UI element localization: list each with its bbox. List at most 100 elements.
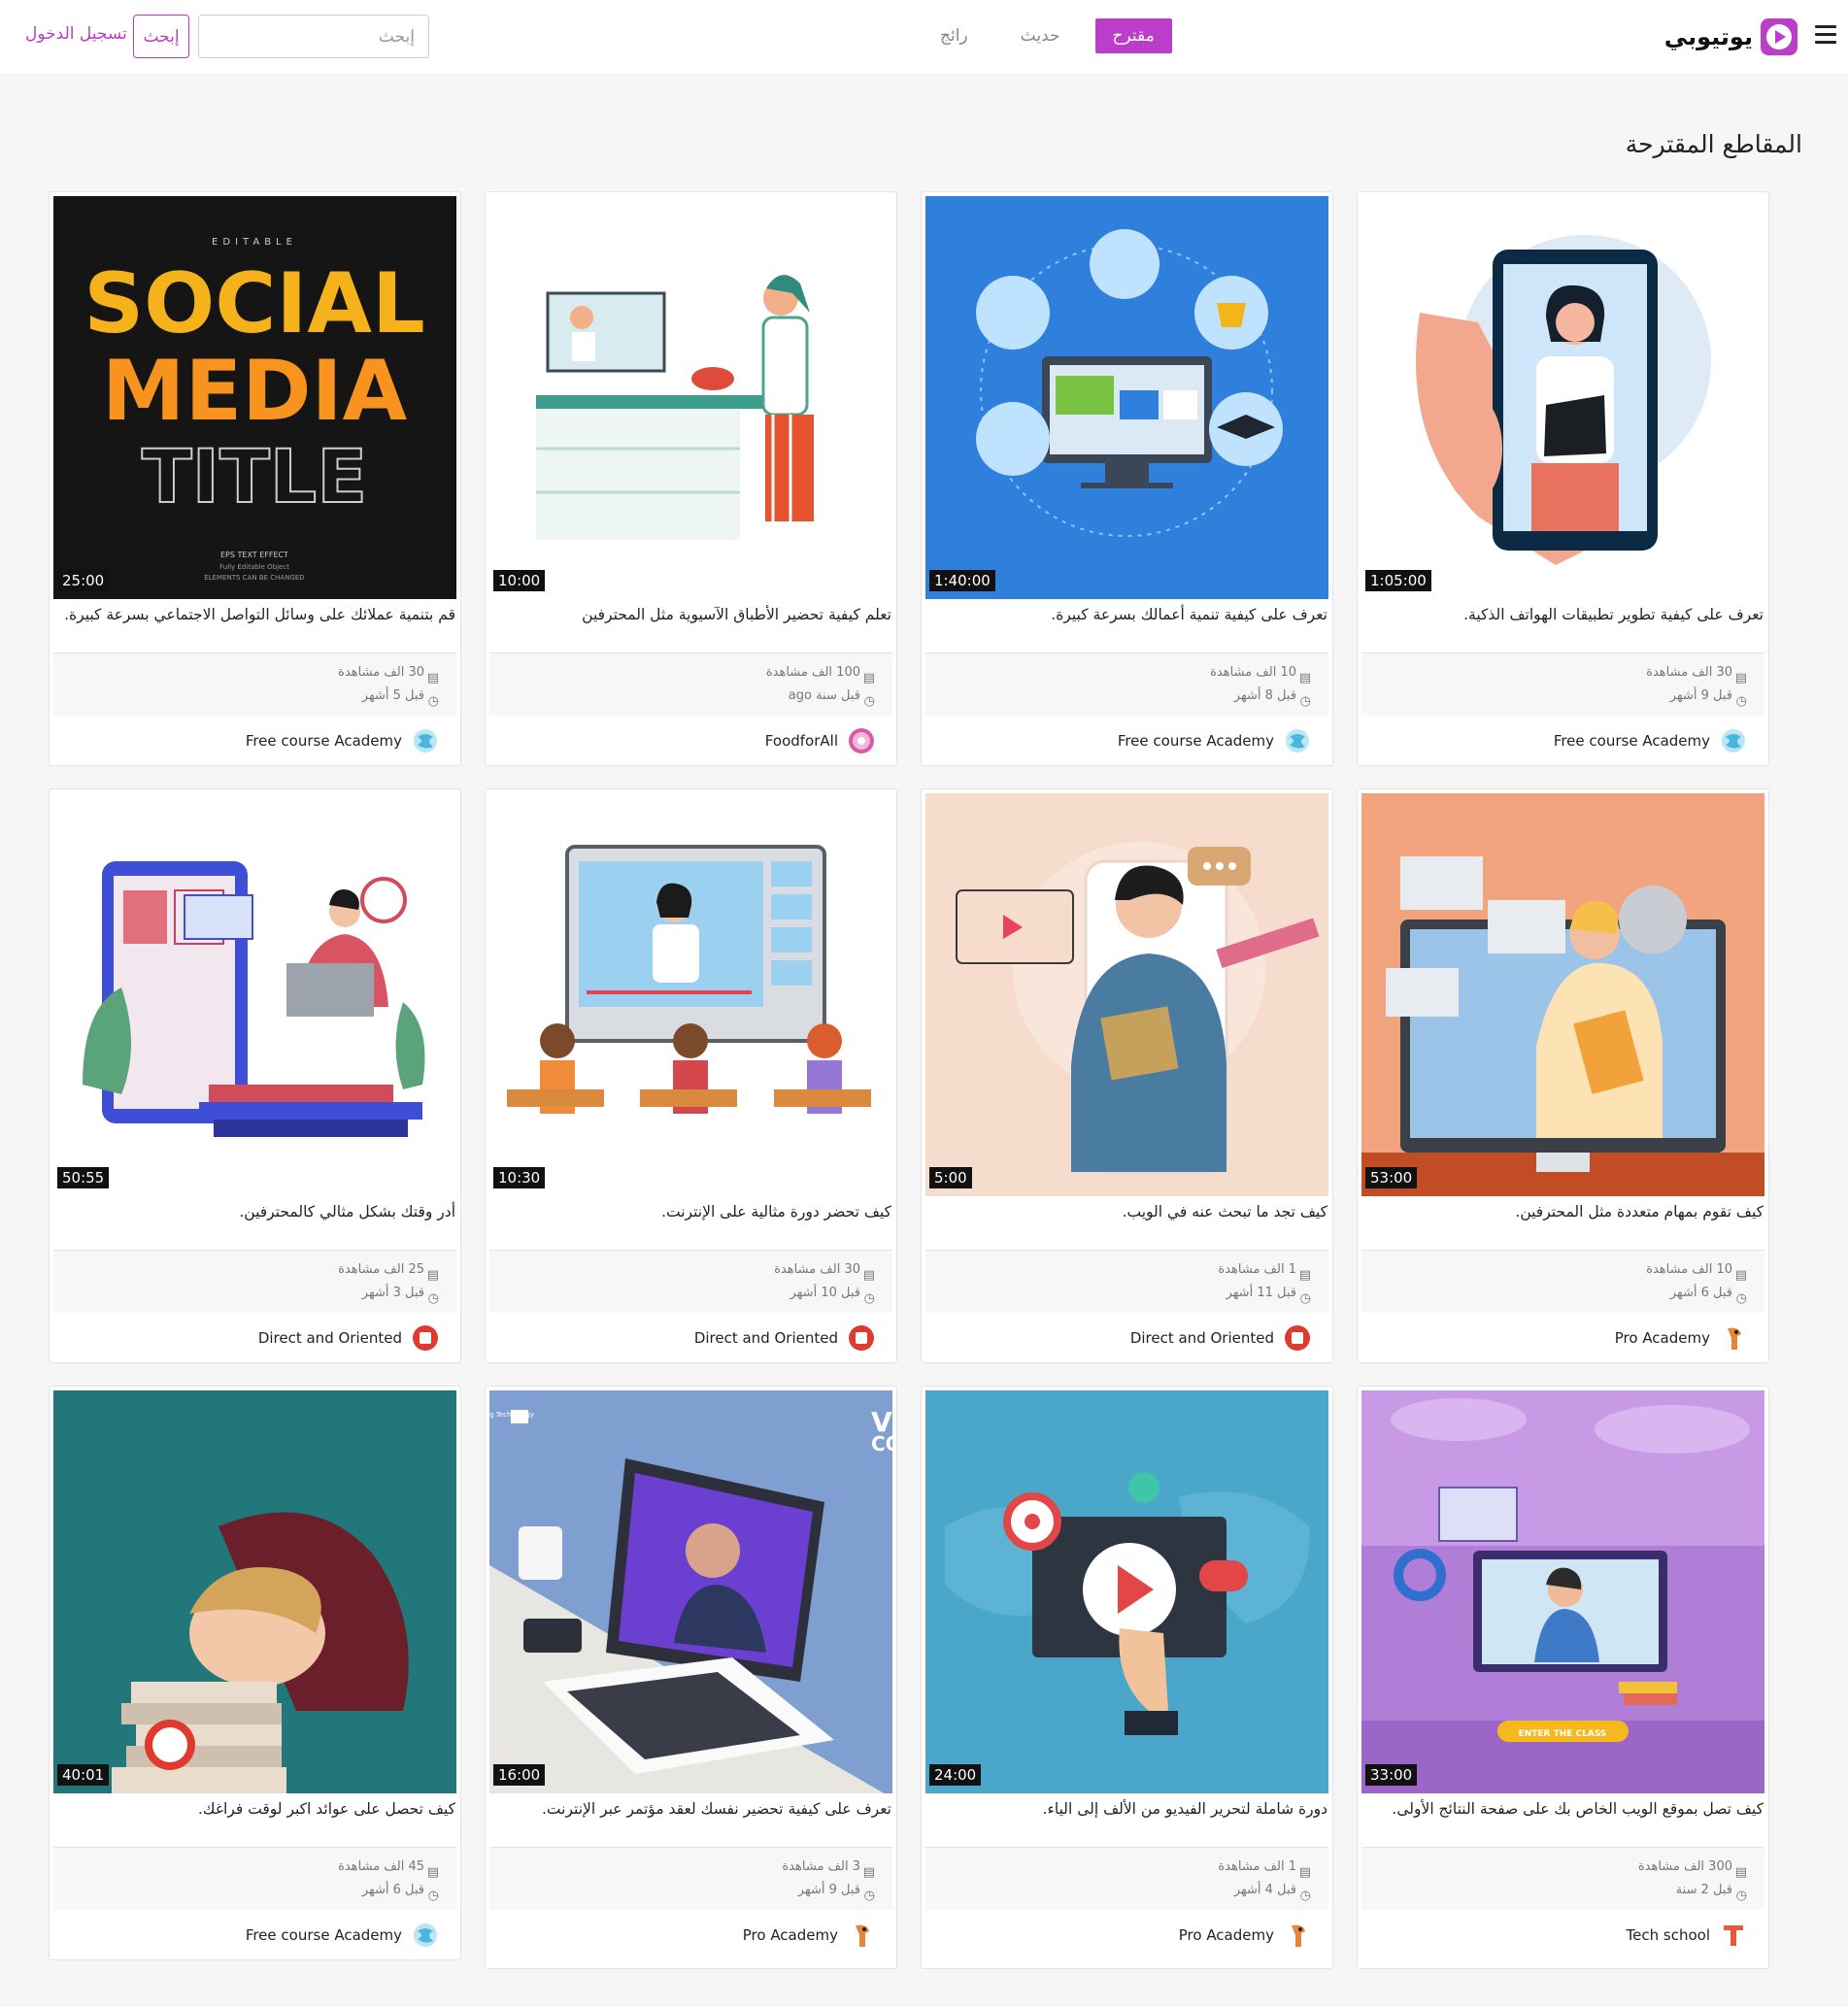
brand-name: يوتيوبي [1663,23,1753,50]
channel-link[interactable]: Free course Academy [925,716,1328,754]
publish-time: قبل 9 أشهر [1669,688,1732,703]
video-meta: ▤ 10 الف مشاهدة ◷ قبل 8 أشهر [925,652,1328,716]
video-card[interactable]: 24:00 دورة شاملة لتحرير الفيديو من الألف… [921,1386,1333,1969]
video-card[interactable]: 40:01 كيف تحصل على عوائد اكبر لوقت فراغك… [49,1386,461,1960]
video-card[interactable]: 1:05:00 تعرف على كيفية تطوير تطبيقات اله… [1357,191,1769,766]
channel-link[interactable]: Direct and Oriented [489,1313,892,1352]
video-conference-thumbnail[interactable]: Online Meeting Technology VIDEO CONFEREN… [489,1390,892,1793]
channel-link[interactable]: Direct and Oriented [925,1313,1328,1352]
thumb-small-text: Fully Editable Object [219,563,289,571]
video-card[interactable]: 1:40:00 تعرف على كيفية تنمية أعمالك بسرع… [921,191,1333,766]
view-count: 1 الف مشاهدة [1218,1262,1296,1277]
duration-badge: 25:00 [57,570,110,591]
video-card[interactable]: 50:55 أدر وقتك بشكل مثالي كالمحترفين. ▤ 2… [49,788,461,1363]
thumb-button-text: ENTER THE CLASS [1519,1729,1607,1739]
section-title: المقاطع المقترحة [1625,130,1802,158]
online-class-thumbnail[interactable]: 10:30 [489,793,892,1196]
channel-avatar [1720,1922,1747,1949]
video-title[interactable]: تعرف على كيفية تنمية أعمالك بسرعة كبيرة. [925,604,1328,652]
clock-icon: ◷ [427,1889,439,1903]
views-icon: ▤ [1298,1268,1311,1283]
duration-badge: 16:00 [493,1764,546,1786]
duration-badge: 24:00 [929,1764,982,1786]
video-title[interactable]: كيف تحضر دورة مثالية على الإنترنت. [489,1201,892,1250]
channel-link[interactable]: Direct and Oriented [53,1313,456,1352]
video-card[interactable]: 10:30 كيف تحضر دورة مثالية على الإنترنت.… [485,788,897,1363]
video-meta: ▤ 100 الف مشاهدة ◷ قبل سنة ago [489,652,892,716]
thumb-headline: SOCIAL [84,255,425,352]
clock-icon: ◷ [1735,1291,1747,1306]
login-link[interactable]: تسجيل الدخول [25,24,127,44]
publish-time: قبل 2 سنة [1675,1883,1732,1897]
video-title[interactable]: كيف تحصل على عوائد اكبر لوقت فراغك. [53,1798,456,1847]
menu-icon[interactable] [1815,25,1836,45]
video-title[interactable]: كيف تصل بموقع الويب الخاص بك على صفحة ال… [1361,1798,1764,1847]
search-input[interactable] [198,15,429,58]
tab-trending[interactable]: رائج [923,18,986,53]
video-title[interactable]: تعرف على كيفية تطوير تطبيقات الهواتف الذ… [1361,604,1764,652]
view-count: 25 الف مشاهدة [338,1262,424,1277]
channel-link[interactable]: Free course Academy [53,1910,456,1949]
channel-avatar [848,1922,875,1949]
video-meta: ▤ 10 الف مشاهدة ◷ قبل 6 أشهر [1361,1250,1764,1313]
channel-link[interactable]: Free course Academy [53,716,456,754]
channel-link[interactable]: Tech school [1361,1910,1764,1949]
video-meta: ▤ 30 الف مشاهدة ◷ قبل 5 أشهر [53,652,456,716]
brand[interactable]: يوتيوبي [1664,17,1798,56]
publish-time: قبل 11 أشهر [1226,1286,1296,1300]
channel-link[interactable]: Pro Academy [489,1910,892,1949]
social-media-title-thumbnail[interactable]: EDITABLE SOCIAL MEDIA TITLE EPS TEXT EFF… [53,196,456,599]
video-card[interactable]: ENTER THE CLASS 33:00 كيف تصل بموقع الوي… [1357,1386,1769,1969]
video-title[interactable]: دورة شاملة لتحرير الفيديو من الألف إلى ا… [925,1798,1328,1847]
channel-name: Direct and Oriented [693,1329,838,1347]
duration-badge: 1:05:00 [1365,570,1431,591]
video-card[interactable]: 10:00 تعلم كيفية تحضير الأطباق الآسيوية … [485,191,897,766]
publish-time: قبل 5 أشهر [361,688,424,703]
play-logo-icon [1761,18,1798,55]
sleeping-boy-thumbnail[interactable]: 40:01 [53,1390,456,1793]
video-title[interactable]: كيف تقوم بمهام متعددة مثل المحترفين. [1361,1201,1764,1250]
time-management-thumbnail[interactable]: 50:55 [53,793,456,1196]
search-button[interactable]: إبحث [133,15,189,58]
video-meta: ▤ 30 الف مشاهدة ◷ قبل 10 أشهر [489,1250,892,1313]
online-education-thumbnail[interactable]: 1:40:00 [925,196,1328,599]
view-count: 100 الف مشاهدة [765,665,860,680]
channel-name: Free course Academy [245,1926,402,1944]
channel-avatar [1284,1324,1311,1352]
clock-icon: ◷ [427,1291,439,1306]
video-title[interactable]: تعلم كيفية تحضير الأطباق الآسيوية مثل ال… [489,604,892,652]
phone-teacher-thumbnail[interactable]: 1:05:00 [1361,196,1764,599]
video-editing-thumbnail[interactable]: 24:00 [925,1390,1328,1793]
clock-icon: ◷ [1299,1889,1311,1903]
video-title[interactable]: قم بتنمية عملائك على وسائل التواصل الاجت… [53,604,456,652]
channel-name: FoodforAll [764,732,838,750]
cooking-thumbnail[interactable]: 10:00 [489,196,892,599]
channel-link[interactable]: Free course Academy [1361,716,1764,754]
channel-link[interactable]: FoodforAll [489,716,892,754]
video-title[interactable]: أدر وقتك بشكل مثالي كالمحترفين. [53,1201,456,1250]
view-count: 30 الف مشاهدة [774,1262,860,1277]
video-card[interactable]: EDITABLE SOCIAL MEDIA TITLE EPS TEXT EFF… [49,191,461,766]
thumb-headline: CONFERENCE [871,1432,892,1455]
video-title[interactable]: تعرف على كيفية تحضير نفسك لعقد مؤتمر عبر… [489,1798,892,1847]
publish-time: قبل سنة ago [788,688,860,703]
duration-badge: 53:00 [1365,1167,1418,1188]
views-icon: ▤ [862,671,875,686]
video-card[interactable]: 53:00 كيف تقوم بمهام متعددة مثل المحترفي… [1357,788,1769,1363]
channel-name: Pro Academy [742,1926,838,1944]
tab-suggested[interactable]: مقترح [1094,18,1172,53]
web-search-thumbnail[interactable]: 5:00 [925,793,1328,1196]
publish-time: قبل 6 أشهر [1669,1286,1732,1300]
tab-recent[interactable]: حديث [1003,18,1078,53]
video-card[interactable]: 5:00 كيف تجد ما تبحث عنه في الويب. ▤ 1 ال… [921,788,1333,1363]
video-card[interactable]: Online Meeting Technology VIDEO CONFEREN… [485,1386,897,1969]
view-count: 30 الف مشاهدة [338,665,424,680]
multitask-thumbnail[interactable]: 53:00 [1361,793,1764,1196]
publish-time: قبل 9 أشهر [797,1883,860,1897]
video-title[interactable]: كيف تجد ما تبحث عنه في الويب. [925,1201,1328,1250]
video-meta: ▤ 1 الف مشاهدة ◷ قبل 11 أشهر [925,1250,1328,1313]
channel-link[interactable]: Pro Academy [925,1910,1328,1949]
view-count: 1 الف مشاهدة [1218,1859,1296,1874]
enter-class-thumbnail[interactable]: ENTER THE CLASS 33:00 [1361,1390,1764,1793]
channel-link[interactable]: Pro Academy [1361,1313,1764,1352]
